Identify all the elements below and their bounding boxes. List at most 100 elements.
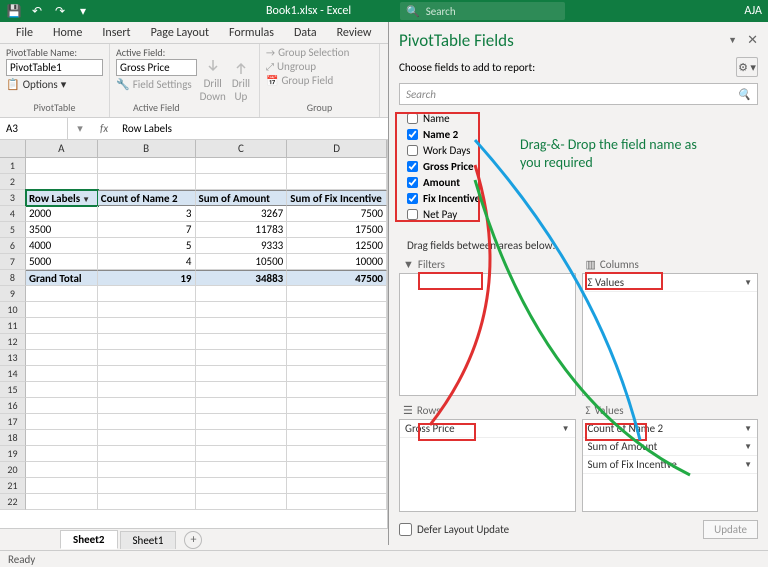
row-header[interactable]: 13: [0, 350, 26, 366]
cell[interactable]: [26, 414, 98, 430]
cell[interactable]: [98, 286, 196, 302]
cell[interactable]: [196, 366, 288, 382]
cell[interactable]: Grand Total: [26, 270, 98, 286]
group-field-button[interactable]: 📅 Group Field: [266, 74, 373, 87]
ungroup-button[interactable]: ⤢ Ungroup: [266, 60, 373, 73]
cell[interactable]: [26, 174, 98, 190]
cell[interactable]: [98, 446, 196, 462]
area-item[interactable]: Gross Price▼: [400, 420, 575, 438]
tab-formulas[interactable]: Formulas: [219, 23, 284, 43]
cell[interactable]: [26, 446, 98, 462]
pivottable-name-input[interactable]: PivotTable1: [6, 59, 103, 76]
cell[interactable]: 34883: [196, 270, 288, 286]
sheet-tab-other[interactable]: Sheet1: [120, 531, 177, 549]
cell[interactable]: [98, 382, 196, 398]
cell[interactable]: 10500: [196, 254, 288, 270]
cell[interactable]: 47500: [287, 270, 387, 286]
new-sheet-button[interactable]: +: [184, 531, 202, 549]
row-header[interactable]: 15: [0, 382, 26, 398]
user-name[interactable]: AJA: [744, 4, 762, 18]
cell[interactable]: [287, 398, 387, 414]
cell[interactable]: 19: [98, 270, 196, 286]
field-checkbox[interactable]: [407, 113, 418, 124]
ptf-dropdown-icon[interactable]: ▼: [728, 35, 737, 46]
row-header[interactable]: 7: [0, 254, 26, 270]
cell[interactable]: [196, 318, 288, 334]
cell[interactable]: [98, 430, 196, 446]
cell[interactable]: [287, 414, 387, 430]
cell[interactable]: [287, 366, 387, 382]
cell[interactable]: [196, 174, 288, 190]
cell[interactable]: [287, 286, 387, 302]
area-item[interactable]: Sum of Amount▼: [583, 438, 758, 456]
col-header-b[interactable]: B: [98, 140, 196, 158]
cell[interactable]: [287, 302, 387, 318]
cell[interactable]: 7: [98, 222, 196, 238]
active-field-input[interactable]: Gross Price: [116, 59, 197, 76]
cell[interactable]: [287, 350, 387, 366]
field-checkbox[interactable]: [407, 129, 418, 140]
cell[interactable]: [98, 414, 196, 430]
cell[interactable]: [98, 366, 196, 382]
name-box[interactable]: A3: [0, 118, 68, 140]
cell[interactable]: [98, 478, 196, 494]
cell[interactable]: [26, 158, 98, 174]
undo-icon[interactable]: ↶: [27, 1, 47, 21]
field-checkbox[interactable]: [407, 193, 418, 204]
cell[interactable]: 3267: [196, 206, 288, 222]
row-header[interactable]: 5: [0, 222, 26, 238]
cell[interactable]: [287, 158, 387, 174]
cell[interactable]: [98, 318, 196, 334]
rows-area[interactable]: Gross Price▼: [399, 419, 576, 512]
group-selection-button[interactable]: → Group Selection: [266, 46, 373, 59]
cell[interactable]: [98, 174, 196, 190]
field-item[interactable]: Fix Incentive: [407, 191, 758, 206]
tab-review[interactable]: Review: [327, 23, 382, 43]
cell[interactable]: [196, 302, 288, 318]
cell[interactable]: Row Labels▼: [26, 190, 98, 206]
cell[interactable]: [196, 462, 288, 478]
worksheet-grid[interactable]: A B C D 123 Row Labels▼ Count of Name 2 …: [0, 140, 388, 528]
columns-area[interactable]: Σ Values▼: [582, 273, 759, 396]
cell[interactable]: [26, 382, 98, 398]
cell[interactable]: [26, 462, 98, 478]
cell[interactable]: Sum of Amount: [196, 190, 288, 206]
row-header[interactable]: 16: [0, 398, 26, 414]
cell[interactable]: 4000: [26, 238, 98, 254]
cell[interactable]: [287, 446, 387, 462]
cell[interactable]: [196, 286, 288, 302]
select-all-corner[interactable]: [0, 140, 26, 158]
qat-dropdown-icon[interactable]: ▾: [73, 1, 93, 21]
filters-area[interactable]: [399, 273, 576, 396]
field-checkbox[interactable]: [407, 161, 418, 172]
cell[interactable]: [26, 478, 98, 494]
tab-home[interactable]: Home: [43, 23, 92, 43]
row-header[interactable]: 10: [0, 302, 26, 318]
field-item[interactable]: Amount: [407, 175, 758, 190]
row-header[interactable]: 2: [0, 174, 26, 190]
cell[interactable]: [98, 302, 196, 318]
field-checkbox[interactable]: [407, 177, 418, 188]
cell[interactable]: [287, 334, 387, 350]
cell[interactable]: [26, 494, 98, 510]
field-item[interactable]: Name: [407, 111, 758, 126]
cell[interactable]: [196, 350, 288, 366]
cell[interactable]: 10000: [287, 254, 387, 270]
row-header[interactable]: 4: [0, 206, 26, 222]
cell[interactable]: 5000: [26, 254, 98, 270]
cell[interactable]: 3: [98, 206, 196, 222]
update-button[interactable]: Update: [703, 520, 758, 539]
cell[interactable]: [287, 430, 387, 446]
area-item[interactable]: Sum of Fix Incentive▼: [583, 456, 758, 474]
row-header[interactable]: 18: [0, 430, 26, 446]
tab-insert[interactable]: Insert: [92, 23, 140, 43]
row-header[interactable]: 11: [0, 318, 26, 334]
cell[interactable]: [287, 478, 387, 494]
cell[interactable]: [98, 494, 196, 510]
cell[interactable]: [196, 334, 288, 350]
col-header-c[interactable]: C: [196, 140, 288, 158]
tab-page-layout[interactable]: Page Layout: [141, 23, 219, 43]
cell[interactable]: [287, 462, 387, 478]
cell[interactable]: [98, 398, 196, 414]
search-box[interactable]: 🔍 Search: [400, 2, 565, 20]
